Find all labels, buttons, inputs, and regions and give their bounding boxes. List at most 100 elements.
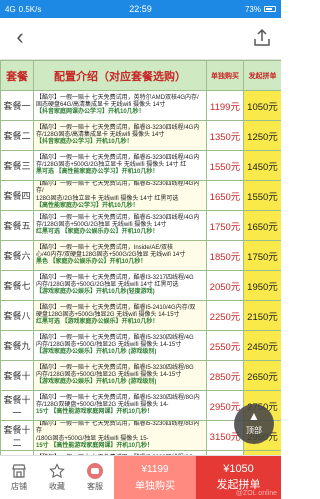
description-line: 【酷尔】一假一赔十 七天免费试用，酷睿I5-3230四线程/4G [36, 334, 194, 341]
group-price-cell: 1550元 [243, 179, 281, 212]
header-package: 套餐 [0, 60, 34, 91]
table-row: 套餐四 【酷尔】一假一赔十 七天免费试用，酷睿i5-3230四线程/4G内存/12… [0, 179, 281, 212]
description-line: 【酷尔】一假一赔十 七天免费试用，酷睿i5-3230四线程/4G内 [36, 214, 200, 221]
package-description: 【酷尔】一假一赔十 七天免费试用，酷睿I5-2410/4G内存/双 硬盘128G固… [33, 300, 207, 332]
customer-service-icon [87, 463, 103, 479]
header-config: 配置介绍（对应套餐选购） [33, 60, 207, 91]
description-line: 【酷尔】一假一赔十 七天免费试用，酷睿I5-3230四线程/8G内 [36, 394, 200, 401]
single-price-cell: 1750元 [206, 210, 244, 242]
package-name: 套餐八 [0, 300, 34, 332]
description-line: 【酷尔】一假一赔十 七天免费试用，酷睿I5-2410/4G内存/双 [36, 304, 196, 311]
package-table: 套餐 配置介绍（对应套餐选购） 单独购买 发起拼单 套餐一 【酷尔】一假一赔十 七… [0, 60, 281, 455]
status-right: 73% [245, 5, 276, 14]
description-line: 15寸 【高性能游戏家庭网课】开机10几秒！ [36, 409, 154, 416]
battery-icon [264, 6, 276, 12]
package-name: 套餐十一 [0, 390, 34, 422]
package-description: 【酷尔】一假一赔十 七天免费试用，酷睿I5-3230四线程/4G 内存/128G固… [33, 330, 207, 362]
shop-icon [12, 464, 26, 478]
table-row: 套餐六 【酷尔】一假一赔十 七天免费试用，Inside/AE/双核 心/40内存/双… [0, 240, 281, 272]
description-line: 黑可选 【高性能家庭办公学习】开机10几秒！ [36, 169, 159, 176]
group-price-cell: 2150元 [243, 300, 281, 332]
group-buy-button[interactable]: ¥1050 发起拼单 [196, 456, 281, 499]
table-row: 套餐九 【酷尔】一假一赔十 七天免费试用，酷睿I5-3230四线程/4G 内存/12… [0, 330, 281, 362]
status-left: 4G 0.5K/s [5, 5, 41, 14]
package-description: 【酷尔】一假一赔十 七天免费试用，酷睿I5-3230四线程/8G 内存/128G固… [33, 360, 207, 392]
description-line: 【酷尔】一假一赔十 七天免费试用，酷睿i3-3230四线程/4G内 [36, 124, 200, 131]
description-line: 【酷尔】一假一赔十 七天免费试用，酷睿i5-3230四线程/4G内存/ [36, 181, 200, 195]
description-line: 【酷尔】一假一赔十 七天免费试用，Inside/AE/双核 [36, 244, 174, 251]
package-description: 【酷尔】一假一赔十 七天免费试用，酷睿I3-3217四线程/4G 内存/128G固… [33, 270, 207, 302]
description-line: 红黑可选 【家庭办公娱乐办公】开机10几秒！ [36, 229, 159, 236]
description-line: 【酷尔】一假一赔十 七天免费试用，酷睿I5-3230四线程/8G [36, 364, 194, 371]
star-icon [49, 463, 65, 479]
network-type: 4G [5, 4, 16, 14]
single-price-cell: 1199元 [206, 90, 244, 121]
group-label: 发起拼单 [216, 479, 261, 491]
group-price-cell: 1650元 [243, 210, 281, 242]
package-description: 【酷尔】一假一赔十 七天免费试用，英特尔AMD双核4G内存/固态硬盘64G/高清… [33, 90, 207, 121]
description-line: /180G固态+500G/独显 无线wifi 摄像头 15- [36, 435, 149, 442]
favorite-button[interactable]: 收藏 [38, 456, 76, 499]
group-price-cell: 1950元 [243, 270, 281, 302]
group-price-cell: 1750元 [243, 240, 281, 272]
product-table-area[interactable]: 套餐 配置介绍（对应套餐选购） 单独购买 发起拼单 套餐一 【酷尔】一假一赔十 七… [0, 60, 281, 455]
single-price-cell: 2050元 [206, 270, 244, 302]
customer-service-button[interactable]: 客服 [76, 456, 114, 499]
package-description: 【酷尔】一假一赔十 七天免费试用，Inside/AE/双核 心/40内存/双硬盘1… [33, 240, 207, 272]
description-line: 【酷尔】一假一赔十 七天免费试用，酷睿i5-3230四线程/4G内 [36, 154, 200, 161]
header-single-price: 单独购买 [206, 60, 244, 91]
bottom-action-bar: 店铺 收藏 客服 ¥1199 单独购买 ¥1050 发起拼单 @ZOL onli… [0, 455, 281, 499]
header-group-price: 发起拼单 [243, 60, 281, 91]
nav-bar: ‹ [0, 18, 281, 60]
package-name: 套餐七 [0, 270, 34, 302]
back-to-top-button[interactable]: ▲ 顶部 [234, 404, 274, 444]
description-line: 【抖音家庭办公学习】开机10几秒！ [36, 139, 133, 146]
network-speed: 0.5K/s [18, 4, 42, 14]
description-line: 【酷尔】一假一赔十 七天免费试用，酷睿i5-3230四线程/8G内存 [36, 421, 200, 435]
single-price-cell: 2550元 [206, 330, 244, 362]
table-row: 套餐二 【酷尔】一假一赔十 七天免费试用，酷睿i3-3230四线程/4G内 存/12… [0, 120, 281, 151]
package-name: 套餐十 [0, 360, 34, 392]
back-to-top-label: 顶部 [246, 426, 262, 435]
clock: 22:59 [129, 4, 152, 14]
description-line: 【酷尔】一假一赔十 七天免费试用，酷睿I3-3217四线程/4G [36, 274, 194, 281]
package-description: 【酷尔】一假一赔十 七天免费试用，酷睿i3-3230四线程/4G内 存/128G固… [33, 120, 207, 151]
battery-percent: 73% [244, 4, 261, 14]
description-line: 【高性能家庭办公学习】开机10几秒！ [36, 202, 139, 209]
package-name: 套餐二 [0, 120, 34, 151]
favorite-label: 收藏 [49, 482, 65, 491]
group-price-cell: 1050元 [243, 90, 281, 121]
back-icon[interactable]: ‹ [8, 26, 32, 50]
group-price: ¥1050 [223, 463, 254, 475]
table-row: 套餐十 【酷尔】一假一赔十 七天免费试用，酷睿I5-3230四线程/8G 内存/12… [0, 360, 281, 392]
group-price-cell: 2650元 [243, 360, 281, 392]
share-icon[interactable] [251, 27, 273, 49]
single-price: ¥1199 [141, 463, 169, 475]
group-price-cell: 1250元 [243, 120, 281, 151]
table-row: 套餐三 【酷尔】一假一赔十 七天免费试用，酷睿i5-3230四线程/4G内 存/12… [0, 150, 281, 181]
shop-button[interactable]: 店铺 [0, 456, 38, 499]
description-line: 【游戏家庭办公娱乐】开机10几秒 (游戏级别) [36, 349, 157, 356]
package-name: 套餐一 [0, 90, 34, 121]
package-description: 【酷尔】一假一赔十 七天免费试用，酷睿i5-3230四线程/4G内存/128G固… [33, 210, 207, 242]
description-line: 128G固态/2G独立显卡 无线wifi 摄像头 14寸 红黑可选 [36, 195, 179, 202]
package-name: 套餐五 [0, 210, 34, 242]
table-row: 套餐七 【酷尔】一假一赔十 七天免费试用，酷睿I3-3217四线程/4G 内存/12… [0, 270, 281, 302]
package-description: 【酷尔】一假一赔十 七天免费试用，酷睿i5-3230四线程/4G内存/128G固… [33, 150, 207, 181]
package-name: 套餐九 [0, 330, 34, 362]
table-row: 套餐五 【酷尔】一假一赔十 七天免费试用，酷睿i5-3230四线程/4G内 存/12… [0, 210, 281, 242]
single-price-cell: 1850元 [206, 240, 244, 272]
single-price-cell: 1350元 [206, 120, 244, 151]
description-line: 黑色 【家庭办公娱乐办公】开机10几秒！ [36, 259, 147, 266]
description-line: 【酷尔】一假一赔十 七天免费试用，英特尔AMD双核4G内存/ [36, 94, 199, 101]
single-price-cell: 1650元 [206, 179, 244, 212]
buy-single-button[interactable]: ¥1199 单独购买 [114, 456, 196, 499]
table-row: 套餐八 【酷尔】一假一赔十 七天免费试用，酷睿I5-2410/4G内存/双 硬盘12… [0, 300, 281, 332]
package-description: 【酷尔】一假一赔十 七天免费试用，酷睿i5-3230四线程/4G内存/128G固… [33, 179, 207, 212]
package-name: 套餐六 [0, 240, 34, 272]
package-name: 套餐四 [0, 179, 34, 212]
package-description: 【酷尔】一假一赔十 七天免费试用，酷睿i5-3230四线程/8G内存/180G固… [33, 420, 207, 452]
table-header: 套餐 配置介绍（对应套餐选购） 单独购买 发起拼单 [0, 60, 281, 91]
customer-service-label: 客服 [87, 482, 103, 491]
single-price-cell: 2850元 [206, 360, 244, 392]
